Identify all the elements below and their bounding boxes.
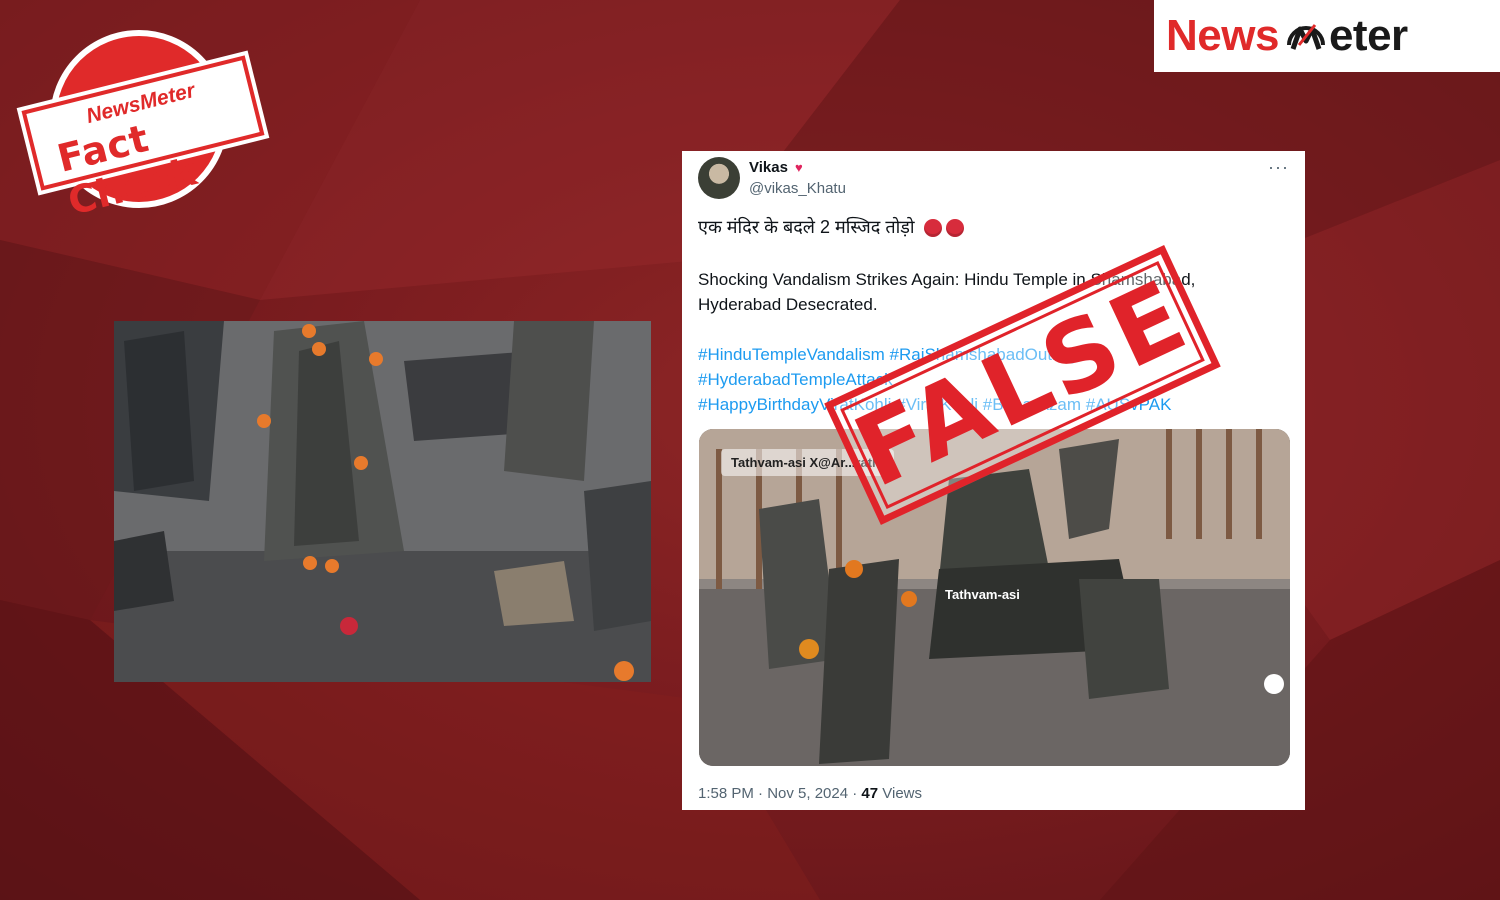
newsmeter-logo[interactable]: News eter bbox=[1154, 0, 1500, 72]
views-count: 47 bbox=[861, 785, 879, 802]
tweet-meta: 1:58 PM · Nov 5, 2024 · 47 Views bbox=[698, 785, 922, 802]
tweet-hindi-text: एक मंदिर के बदले 2 मस्जिद तोड़ो bbox=[698, 215, 964, 239]
views-label: Views bbox=[878, 785, 923, 802]
speedometer-m-icon bbox=[1286, 24, 1325, 50]
more-options-icon[interactable]: ··· bbox=[1268, 157, 1289, 178]
angry-face-icon bbox=[945, 219, 964, 238]
heart-icon: ♥ bbox=[795, 160, 803, 175]
angry-face-icon bbox=[923, 219, 942, 238]
media-watermark: Tathvam-asi bbox=[945, 587, 1020, 602]
hindi-line: एक मंदिर के बदले 2 मस्जिद तोड़ो bbox=[698, 217, 915, 237]
author-handle[interactable]: @vikas_Khatu bbox=[749, 180, 846, 197]
logo-meter-text: eter bbox=[1328, 11, 1408, 60]
tweet-media[interactable]: Tathvam-asi X@Ar...rathi Tathvam-asi bbox=[699, 429, 1290, 766]
left-photo bbox=[114, 321, 651, 682]
fact-check-stamp: NewsMeter Fact Check bbox=[21, 30, 265, 224]
logo-news-text: News bbox=[1166, 11, 1279, 60]
tweet-card: Vikas ♥ @vikas_Khatu ··· एक मंदिर के बदल… bbox=[682, 151, 1305, 810]
tweet-timestamp[interactable]: 1:58 PM · Nov 5, 2024 · bbox=[698, 785, 861, 802]
avatar[interactable] bbox=[698, 157, 740, 199]
author-name[interactable]: Vikas bbox=[749, 159, 788, 176]
